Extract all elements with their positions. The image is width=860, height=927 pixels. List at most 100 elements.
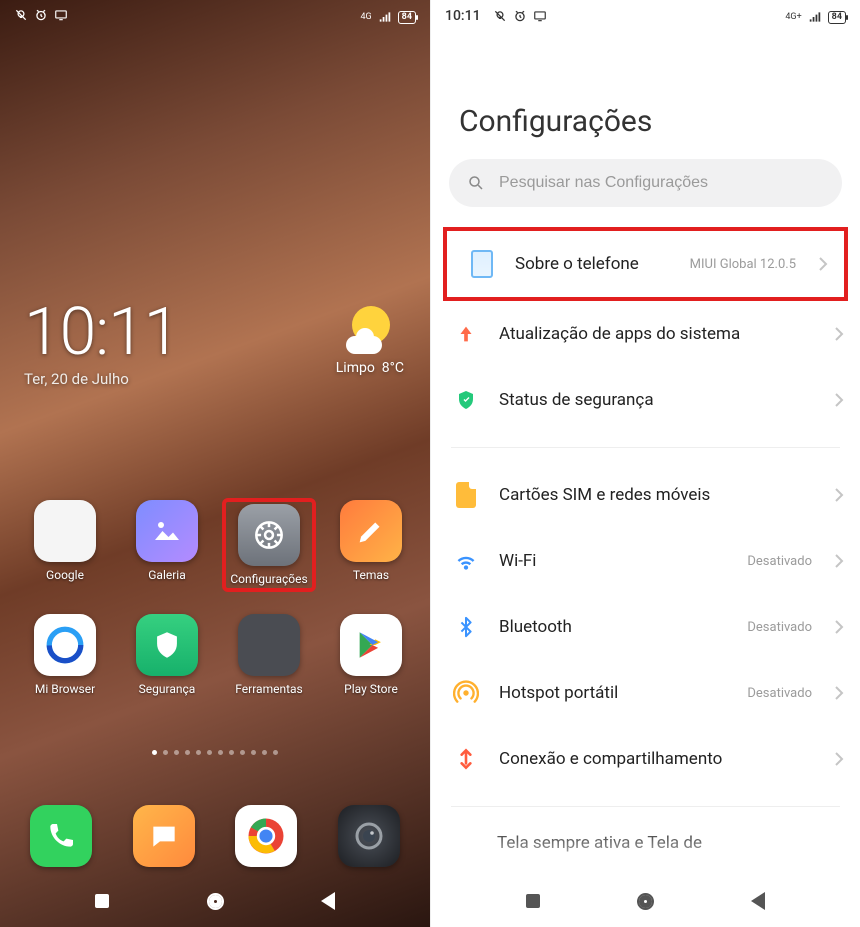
app-label: Galeria [122,568,212,582]
settings-item-label: Conexão e compartilhamento [499,749,816,769]
chevron-right-icon [834,685,844,701]
settings-item-label: Wi-Fi [499,551,729,571]
screen-icon [54,8,68,22]
settings-item-value: Desativado [747,686,812,701]
settings-item-update[interactable]: Atualização de apps do sistema [431,301,860,367]
dock-messages[interactable] [133,805,195,867]
weather-widget[interactable]: Limpo 8°C [336,306,404,376]
app-seguranca[interactable]: Segurança [122,614,212,696]
status-time: 10:11 [445,8,481,24]
share-icon [451,744,481,774]
nav-back[interactable] [747,890,769,912]
settings-item-sim[interactable]: Cartões SIM e redes móveis [431,462,860,528]
divider [451,806,840,807]
settings-item-wifi[interactable]: Wi-FiDesativado [431,528,860,594]
clock-widget[interactable]: 10:11 Ter, 20 de Julho [24,300,179,388]
update-icon [451,319,481,349]
search-icon [467,174,485,192]
page-dot[interactable] [207,750,212,755]
app-play-store[interactable]: Play Store [326,614,416,696]
app-label: Configurações [228,572,310,586]
chevron-right-icon [834,553,844,569]
alarm-icon [34,8,48,22]
playstore-icon [340,614,402,676]
chevron-right-icon [834,619,844,635]
shield-icon [451,385,481,415]
chevron-right-icon [818,256,828,272]
settings-icon [238,504,300,566]
chevron-right-icon [834,487,844,503]
divider [451,447,840,448]
network-type: 4G+ [785,12,801,22]
tools-folder-icon [238,614,300,676]
about-icon [467,249,497,279]
status-bar-left-icons [14,8,68,22]
app-label: Segurança [122,682,212,696]
app-google-folder[interactable]: Google [20,500,110,590]
page-dot[interactable] [240,750,245,755]
dock-chrome[interactable] [235,805,297,867]
themes-icon [340,500,402,562]
page-dot[interactable] [152,750,157,755]
settings-item-hotspot[interactable]: Hotspot portátil Desativado [431,660,860,726]
page-dot[interactable] [174,750,179,755]
signal-icon [378,10,392,24]
nav-back[interactable] [317,890,339,912]
signal-icon [808,10,822,24]
page-indicator[interactable] [0,750,430,755]
page-dot[interactable] [196,750,201,755]
screen-icon [533,9,547,23]
settings-item-bt[interactable]: Bluetooth Desativado [431,594,860,660]
settings-item-value: Desativado [747,620,812,635]
page-dot[interactable] [229,750,234,755]
settings-item-about[interactable]: Sobre o telefone MIUI Global 12.0.5 [443,227,848,301]
gallery-icon [136,500,198,562]
search-bar[interactable] [449,159,842,207]
bt-icon [451,612,481,642]
nav-recents[interactable] [91,890,113,912]
status-bar: 10:11 4G+ 84 [431,0,860,34]
search-input[interactable] [499,174,824,192]
clock-time: 10:11 [24,300,179,366]
settings-list: Sobre o telefone MIUI Global 12.0.5 Atuali… [431,227,860,807]
nav-recents[interactable] [522,890,544,912]
page-dot[interactable] [262,750,267,755]
nav-home[interactable] [635,890,657,912]
app-configuracoes[interactable]: Configurações [224,500,314,590]
settings-item-share[interactable]: Conexão e compartilhamento [431,726,860,792]
nav-home[interactable] [204,890,226,912]
page-dot[interactable] [185,750,190,755]
google-folder-icon [34,500,96,562]
app-galeria[interactable]: Galeria [122,500,212,590]
network-type: 4G [360,12,371,22]
hotspot-icon [451,678,481,708]
settings-item-label: Status de segurança [499,390,816,410]
app-mi-browser[interactable]: Mi Browser [20,614,110,696]
app-label: Google [20,568,110,582]
nav-bar [0,875,430,927]
chevron-right-icon [834,326,844,342]
app-temas[interactable]: Temas [326,500,416,590]
settings-item-value: MIUI Global 12.0.5 [690,257,796,272]
page-dot[interactable] [218,750,223,755]
settings-item-shield[interactable]: Status de segurança [431,367,860,433]
page-dot[interactable] [273,750,278,755]
settings-item-label: Cartões SIM e redes móveis [499,485,816,505]
mibrowser-icon [34,614,96,676]
page-dot[interactable] [251,750,256,755]
home-screen: 4G 84 10:11 Ter, 20 de Julho Limpo 8°C G… [0,0,430,927]
settings-item-label: Sobre o telefone [515,254,672,274]
settings-item-label: Hotspot portátil [499,683,729,703]
page-dot[interactable] [163,750,168,755]
dock-phone[interactable] [30,805,92,867]
weather-icon [346,306,394,354]
dock-camera[interactable] [338,805,400,867]
settings-item-truncated[interactable]: Tela sempre ativa e Tela de [431,821,860,853]
status-bar: 4G 84 [0,0,430,34]
settings-item-label: Bluetooth [499,617,729,637]
nav-bar [431,875,860,927]
app-ferramentas-folder[interactable]: Ferramentas [224,614,314,696]
battery-indicator: 84 [398,11,416,24]
chevron-right-icon [834,392,844,408]
settings-screen: 10:11 4G+ 84 Configurações Sobre o telef… [430,0,860,927]
